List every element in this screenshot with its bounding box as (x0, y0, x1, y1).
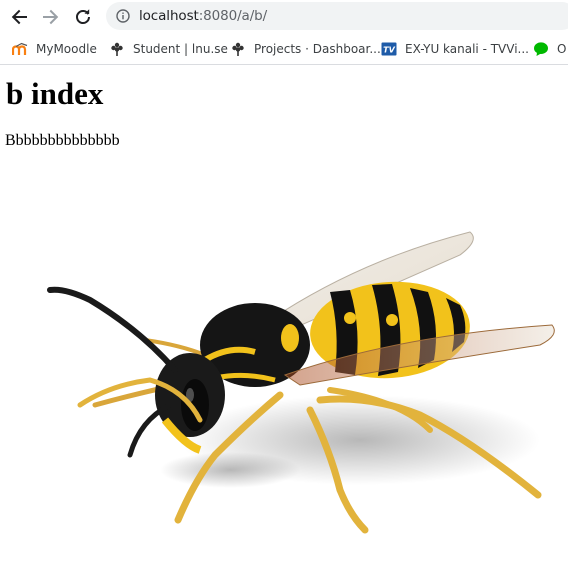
address-bar[interactable]: localhost:8080/a/b/ (106, 2, 568, 30)
reload-icon (76, 9, 90, 25)
url-text[interactable]: localhost:8080/a/b/ (139, 8, 267, 24)
url-host: localhost (139, 8, 199, 24)
reload-button[interactable] (71, 5, 95, 29)
bookmark-student-lnu[interactable]: Student | lnu.se (109, 39, 228, 59)
bookmark-label: Student | lnu.se (133, 42, 228, 56)
tree-icon (111, 42, 123, 56)
wasp-image (47, 231, 555, 534)
svg-text:TV: TV (383, 46, 395, 55)
bookmark-ex-yu-kanali[interactable]: TV EX-YU kanali - TVVi... (381, 39, 529, 59)
toolbar-divider (0, 64, 568, 65)
bookmark-label: MyMoodle (36, 42, 97, 56)
bookmark-label: O (557, 42, 567, 56)
info-icon[interactable] (116, 9, 130, 23)
arrow-left-icon (11, 9, 27, 25)
bookmark-label: EX-YU kanali - TVVi... (405, 42, 529, 56)
back-button[interactable] (7, 5, 31, 29)
bookmark-o[interactable]: O (533, 39, 566, 59)
moodle-icon (12, 42, 28, 55)
tv-icon: TV (381, 42, 397, 56)
browser-toolbar: localhost:8080/a/b/ (0, 0, 568, 34)
tree-icon (232, 42, 244, 56)
page-text: Bbbbbbbbbbbbbb (5, 132, 120, 149)
arrow-right-icon (43, 9, 59, 25)
forward-button[interactable] (39, 5, 63, 29)
chat-bubble-icon (534, 42, 548, 56)
url-path: :8080/a/b/ (198, 8, 268, 24)
page-heading: b index (6, 76, 104, 111)
wasp-illustration (47, 231, 555, 534)
bookmark-mymoodle[interactable]: MyMoodle (12, 39, 97, 59)
bookmark-projects-dashboard[interactable]: Projects · Dashboar... (230, 39, 381, 59)
bookmarks-bar: MyMoodle Student | lnu.se Projects · Das… (0, 34, 568, 64)
bookmark-label: Projects · Dashboar... (254, 42, 381, 56)
